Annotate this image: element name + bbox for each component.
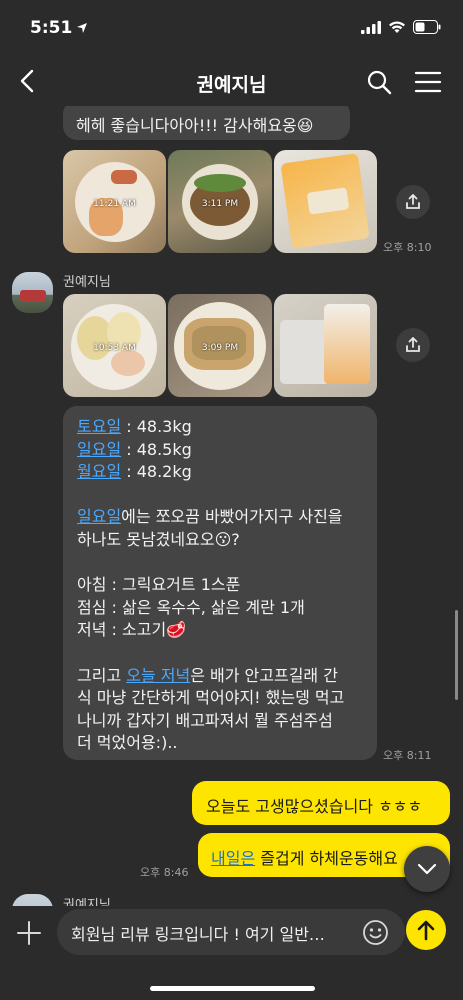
emoji-icon[interactable] bbox=[362, 919, 389, 946]
meat-emoji: 🥩 bbox=[166, 620, 187, 640]
wifi-icon bbox=[389, 21, 405, 33]
share-icon bbox=[406, 194, 420, 209]
day-link[interactable]: 월요일 bbox=[77, 462, 121, 481]
message-input-bar: 회원님 리뷰 링크입니다 ! 여기 일반… bbox=[0, 906, 463, 1000]
chat-header: 권예지님 bbox=[0, 58, 463, 106]
avatar[interactable] bbox=[12, 272, 53, 313]
message-text: 오늘도 고생많으셨습니다 ㅎㅎㅎ bbox=[206, 797, 423, 816]
photo-meal-1[interactable]: 11:21 AM bbox=[63, 150, 166, 253]
photo-timestamp: 3:09 PM bbox=[201, 343, 239, 354]
search-icon[interactable] bbox=[365, 68, 393, 96]
photo-meal-2[interactable]: 3:11 PM bbox=[168, 150, 272, 253]
status-bar: 5:51 bbox=[0, 0, 463, 58]
day-link[interactable]: 일요일 bbox=[77, 440, 121, 459]
day-link[interactable]: 일요일 bbox=[77, 507, 121, 526]
meal-line: 아침 : 그릭요거트 1스푼 bbox=[77, 575, 241, 595]
message-text: 헤헤 좋습니다아아!!! 감사해요옹 bbox=[76, 116, 297, 135]
text-line: 더 먹었어용:).. bbox=[77, 733, 178, 753]
text-line: 식 마냥 간단하게 먹어야지! 했는뎅 먹고 bbox=[77, 688, 345, 708]
menu-icon[interactable] bbox=[413, 68, 443, 96]
kissing-emoji: 😗? bbox=[214, 529, 240, 549]
date-link[interactable]: 내일은 bbox=[211, 849, 255, 868]
meal-line: 저녁 : 소고기🥩 bbox=[77, 620, 187, 640]
message-text: 즐겁게 하체운동해요 bbox=[255, 849, 398, 868]
message-input-text[interactable]: 회원님 리뷰 링크입니다 ! 여기 일반… bbox=[71, 921, 325, 945]
text-line: 일요일에는 쪼오끔 바빴어가지구 사진을 bbox=[77, 507, 343, 527]
text-line: 그리고 오늘 저녁은 배가 안고프길래 간 bbox=[77, 665, 338, 685]
day-link[interactable]: 토요일 bbox=[77, 417, 121, 436]
scroll-to-bottom-button[interactable] bbox=[404, 846, 450, 892]
share-button[interactable] bbox=[396, 328, 430, 362]
chat-messages: 헤헤 좋습니다아아!!! 감사해요옹😆 11:21 AM 3:11 PM 오후 … bbox=[0, 106, 463, 906]
photo-timestamp: 3:11 PM bbox=[201, 199, 239, 210]
laughing-emoji: 😆 bbox=[296, 116, 314, 135]
home-indicator bbox=[150, 986, 315, 991]
weight-line: 월요일 : 48.2kg bbox=[77, 462, 192, 482]
date-link[interactable]: 오늘 저녁 bbox=[126, 666, 190, 685]
photo-meal-3[interactable]: 10:53 AM bbox=[63, 294, 166, 397]
photo-timestamp: 10:53 AM bbox=[93, 343, 136, 354]
status-time: 5:51 bbox=[30, 18, 73, 38]
scrollbar[interactable] bbox=[455, 610, 458, 700]
sender-name: 권예지님 bbox=[63, 898, 111, 906]
message-time: 오후 8:46 bbox=[140, 866, 189, 879]
weight-line: 일요일 : 48.5kg bbox=[77, 439, 192, 459]
message-bubble[interactable]: 헤헤 좋습니다아아!!! 감사해요옹😆 bbox=[63, 106, 350, 140]
text-line: 하나도 못남겼네요오😗? bbox=[77, 529, 240, 549]
message-time: 오후 8:11 bbox=[383, 749, 432, 762]
photo-snack-2[interactable] bbox=[274, 294, 377, 397]
photo-timestamp: 11:21 AM bbox=[93, 199, 136, 210]
signal-icon bbox=[361, 20, 381, 34]
location-arrow-icon bbox=[77, 23, 87, 33]
my-message-bubble[interactable]: 오늘도 고생많으셨습니다 ㅎㅎㅎ bbox=[192, 781, 450, 825]
message-time: 오후 8:10 bbox=[383, 241, 432, 254]
sender-name: 권예지님 bbox=[63, 275, 111, 290]
battery-icon bbox=[413, 20, 441, 34]
avatar[interactable] bbox=[12, 894, 53, 906]
meal-line: 점심 : 삶은 옥수수, 삶은 계란 1개 bbox=[77, 597, 305, 617]
share-icon bbox=[406, 337, 420, 352]
share-button[interactable] bbox=[396, 185, 430, 219]
status-icons bbox=[361, 20, 441, 34]
plus-icon[interactable] bbox=[16, 920, 42, 946]
photo-meal-4[interactable]: 3:09 PM bbox=[168, 294, 272, 397]
chat-title: 권예지님 bbox=[196, 74, 267, 96]
send-button[interactable] bbox=[406, 910, 446, 950]
text-line: 나니까 갑자기 배고파져서 뭘 주섬주섬 bbox=[77, 710, 333, 730]
photo-snack-1[interactable] bbox=[274, 150, 377, 253]
arrow-up-icon bbox=[417, 920, 435, 941]
message-input[interactable]: 회원님 리뷰 링크입니다 ! 여기 일반… bbox=[57, 909, 405, 955]
weight-line: 토요일 : 48.3kg bbox=[77, 417, 192, 436]
message-bubble-long[interactable]: 토요일 : 48.3kg 일요일 : 48.5kg 월요일 : 48.2kg 일… bbox=[63, 406, 377, 760]
chevron-down-icon bbox=[417, 863, 437, 875]
